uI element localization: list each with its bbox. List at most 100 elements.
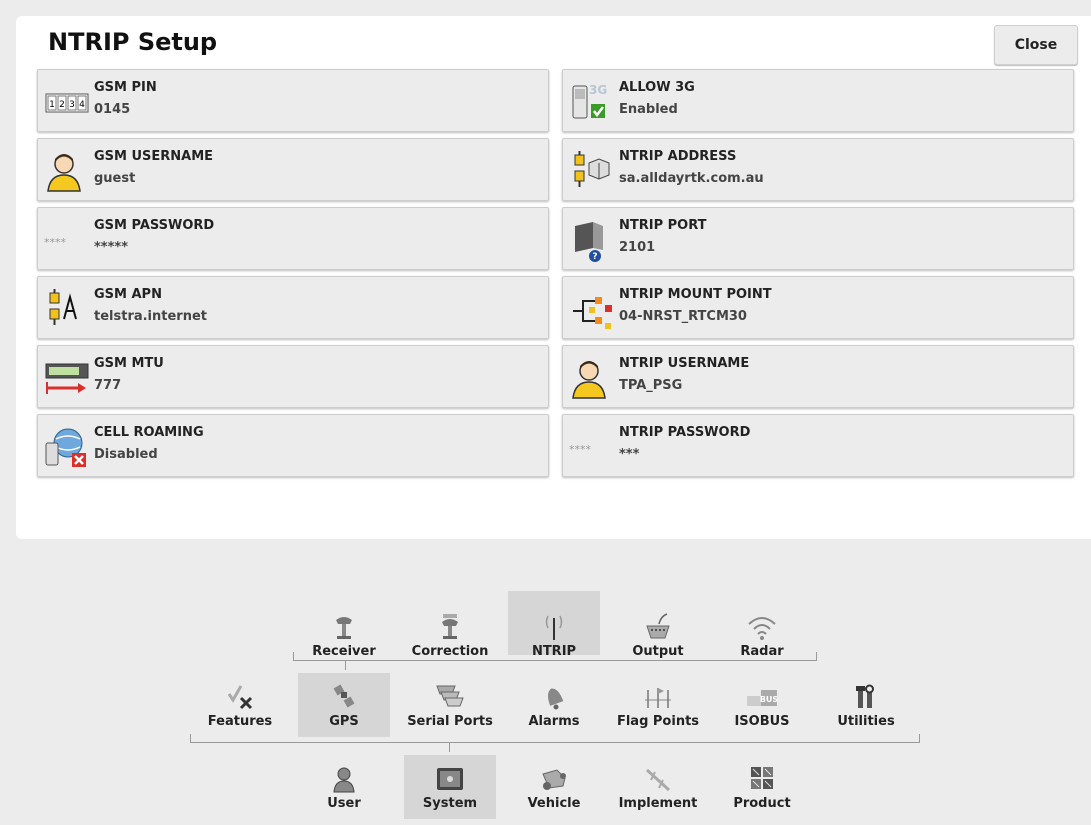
nav-gps-label: GPS <box>329 714 359 729</box>
svg-text:3: 3 <box>69 100 75 110</box>
gsm-pin-label: GSM PIN <box>94 80 157 95</box>
gsm-pin-tile[interactable]: 1 2 3 4 GSM PIN 0145 <box>37 69 549 132</box>
gsm-apn-value: telstra.internet <box>94 309 208 324</box>
nav-gps[interactable]: GPS <box>298 673 390 737</box>
svg-text:?: ? <box>592 252 597 262</box>
nav-system[interactable]: System <box>404 755 496 819</box>
ntrip-username-label: NTRIP USERNAME <box>619 356 750 371</box>
gsm-password-value: ***** <box>94 240 128 255</box>
nav-isobus-label: ISOBUS <box>734 714 790 729</box>
nav-output[interactable]: Output <box>612 608 704 659</box>
port-icon: ? <box>575 222 603 262</box>
nav-features-label: Features <box>207 714 273 729</box>
features-icon <box>227 685 253 710</box>
cell-roaming-value: Disabled <box>94 447 158 462</box>
flag-points-icon <box>645 688 671 708</box>
user-icon <box>333 767 355 793</box>
gsm-mtu-value: 777 <box>94 378 122 393</box>
svg-text:1: 1 <box>49 100 55 110</box>
nav-alarms[interactable]: Alarms <box>508 678 600 729</box>
nav-alarms-label: Alarms <box>528 714 580 729</box>
mount-point-icon <box>573 297 612 329</box>
nav-connector <box>449 742 450 752</box>
ntrip-port-value: 2101 <box>619 240 656 255</box>
nav-features[interactable]: Features <box>194 678 286 729</box>
user-icon <box>47 154 81 192</box>
allow-3g-tile[interactable]: 3G ALLOW 3G Enabled <box>562 69 1074 132</box>
antenna-icon <box>545 615 563 640</box>
gsm-pin-value: 0145 <box>94 102 131 117</box>
nav-implement[interactable]: Implement <box>612 760 704 811</box>
nav-flag-points[interactable]: Flag Points <box>612 678 704 729</box>
output-icon <box>646 613 670 639</box>
nav-utilities[interactable]: Utilities <box>820 678 912 729</box>
nav-correction[interactable]: Correction <box>404 608 496 659</box>
ntrip-username-tile[interactable]: NTRIP USERNAME TPA_PSG <box>562 345 1074 408</box>
close-button[interactable]: Close <box>994 25 1078 65</box>
nav-flag-points-label: Flag Points <box>616 714 700 729</box>
ntrip-mount-point-tile[interactable]: NTRIP MOUNT POINT 04-NRST_RTCM30 <box>562 276 1074 339</box>
nav-row2-bracket <box>190 734 920 743</box>
nav-user-label: User <box>327 796 361 811</box>
mtu-icon <box>45 363 89 394</box>
isobus-icon: BUS <box>747 690 779 706</box>
receiver-icon <box>336 617 352 639</box>
correction-icon <box>442 614 458 639</box>
cell-roaming-tile[interactable]: CELL ROAMING Disabled <box>37 414 549 477</box>
ntrip-port-label: NTRIP PORT <box>619 218 707 233</box>
ntrip-address-label: NTRIP ADDRESS <box>619 149 737 164</box>
keypad-icon: 1 2 3 4 <box>45 93 89 113</box>
radar-icon <box>748 617 776 640</box>
address-icon <box>574 151 610 187</box>
nav-system-label: System <box>422 796 478 811</box>
gsm-username-value: guest <box>94 171 136 186</box>
nav-serial-ports-label: Serial Ports <box>407 714 493 729</box>
svg-text:****: **** <box>44 236 67 249</box>
vehicle-icon <box>542 769 566 790</box>
apn-icon <box>49 289 77 325</box>
system-icon <box>437 768 463 790</box>
nav-isobus[interactable]: BUS ISOBUS <box>716 678 808 729</box>
phone-3g-icon: 3G <box>572 83 607 119</box>
satellite-icon <box>333 684 355 708</box>
nav-implement-label: Implement <box>618 796 698 811</box>
nav-utilities-label: Utilities <box>837 714 895 729</box>
user-icon <box>572 361 606 399</box>
password-icon: **** <box>44 236 67 249</box>
nav-radar[interactable]: Radar <box>716 608 808 659</box>
ntrip-password-value: *** <box>619 447 640 462</box>
allow-3g-label: ALLOW 3G <box>619 80 695 95</box>
ntrip-port-tile[interactable]: ? NTRIP PORT 2101 <box>562 207 1074 270</box>
gsm-password-label: GSM PASSWORD <box>94 218 215 233</box>
nav-product-label: Product <box>733 796 791 811</box>
gsm-mtu-tile[interactable]: GSM MTU 777 <box>37 345 549 408</box>
gsm-apn-label: GSM APN <box>94 287 162 302</box>
svg-text:****: **** <box>569 443 592 456</box>
product-icon <box>751 767 773 789</box>
ntrip-password-tile[interactable]: **** NTRIP PASSWORD *** <box>562 414 1074 477</box>
nav-serial-ports[interactable]: Serial Ports <box>404 678 496 729</box>
gsm-password-tile[interactable]: **** GSM PASSWORD ***** <box>37 207 549 270</box>
nav-vehicle-label: Vehicle <box>527 796 581 811</box>
nav-product[interactable]: Product <box>716 760 808 811</box>
alarm-bell-icon <box>548 688 564 710</box>
svg-text:2: 2 <box>59 100 65 110</box>
nav-ntrip[interactable]: NTRIP <box>508 591 600 659</box>
password-icon: **** <box>569 443 592 456</box>
nav-receiver[interactable]: Receiver <box>298 608 390 659</box>
nav-user[interactable]: User <box>298 760 390 811</box>
gsm-username-tile[interactable]: GSM USERNAME guest <box>37 138 549 201</box>
ntrip-password-label: NTRIP PASSWORD <box>619 425 751 440</box>
nav-vehicle[interactable]: Vehicle <box>508 760 600 811</box>
isobus-bus-text: BUS <box>760 695 779 704</box>
implement-icon <box>645 768 671 792</box>
ntrip-mount-point-value: 04-NRST_RTCM30 <box>619 309 747 324</box>
allow-3g-value: Enabled <box>619 102 678 117</box>
ntrip-mount-point-label: NTRIP MOUNT POINT <box>619 287 772 302</box>
gsm-mtu-label: GSM MTU <box>94 356 164 371</box>
roaming-icon <box>45 428 86 467</box>
gsm-apn-tile[interactable]: GSM APN telstra.internet <box>37 276 549 339</box>
cell-roaming-label: CELL ROAMING <box>94 425 204 440</box>
ntrip-address-tile[interactable]: NTRIP ADDRESS sa.alldayrtk.com.au <box>562 138 1074 201</box>
page-title: NTRIP Setup <box>48 28 218 56</box>
